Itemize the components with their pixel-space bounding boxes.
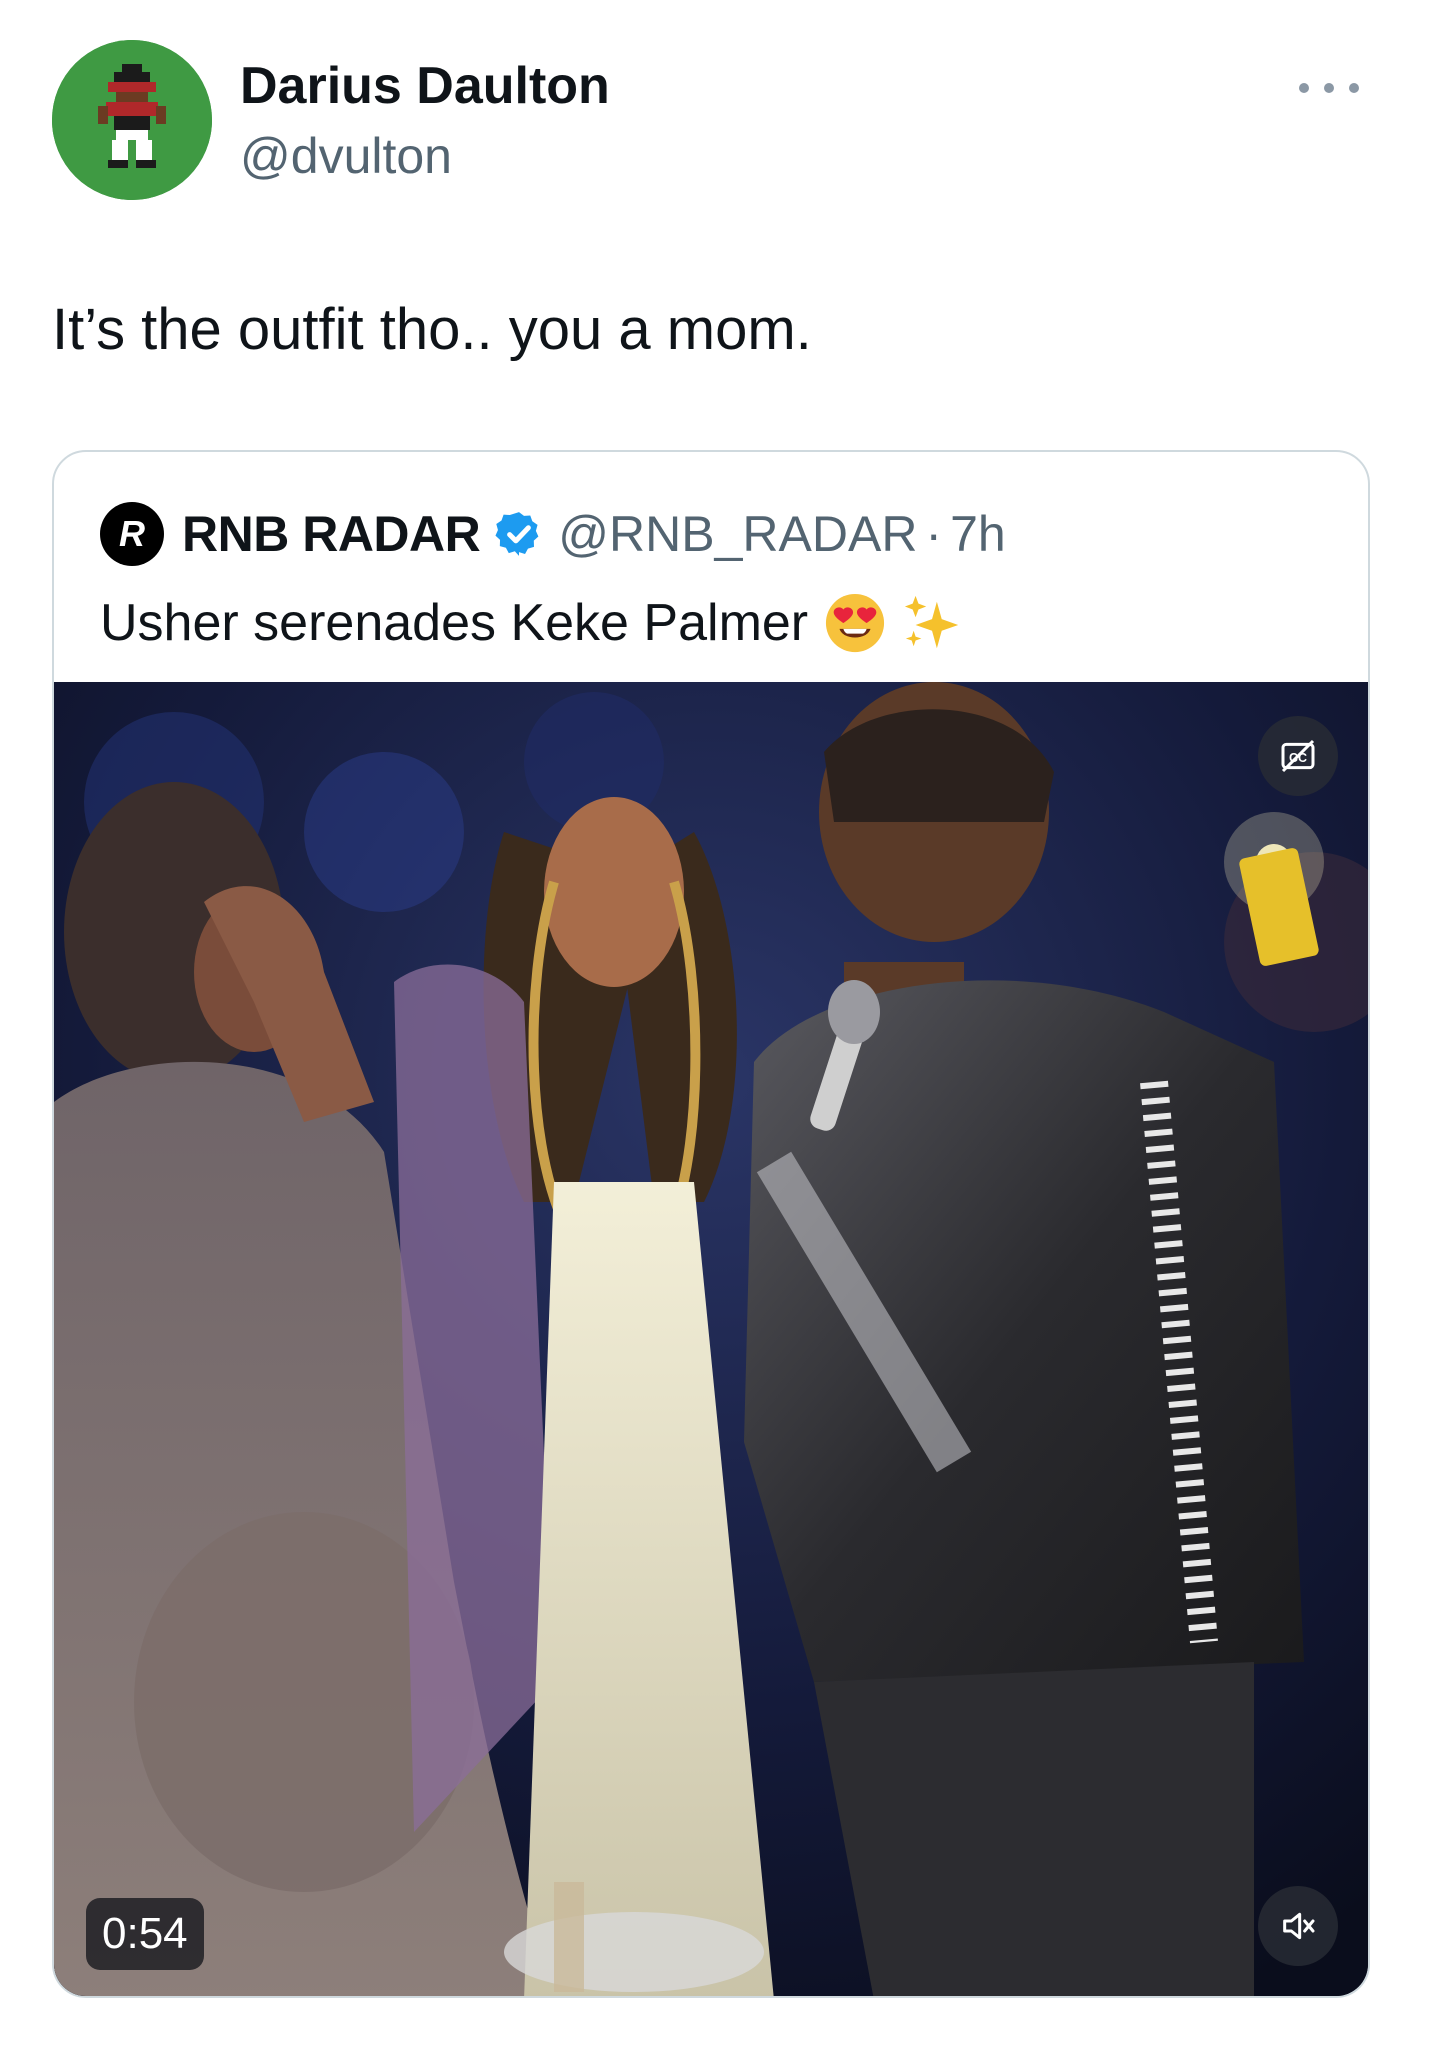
closed-captions-off-icon: CC — [1281, 739, 1315, 773]
video-frame — [54, 682, 1368, 1996]
tweet-text: It’s the outfit tho.. you a mom. — [52, 297, 812, 362]
separator-dot: · — [925, 506, 943, 562]
quoted-timestamp[interactable]: 7h — [950, 505, 1006, 563]
more-dots-icon — [1299, 83, 1309, 93]
heart-eyes-emoji-icon — [826, 593, 885, 653]
quoted-tweet-header: R RNB RADAR @RNB_RADAR · 7h — [100, 502, 1006, 566]
verified-badge-icon — [495, 512, 539, 556]
author-avatar[interactable] — [52, 40, 212, 200]
more-dots-icon — [1324, 83, 1334, 93]
sparkles-emoji-icon — [905, 595, 959, 649]
quoted-tweet-text: Usher serenades Keke Palmer — [100, 594, 809, 652]
author-handle[interactable]: @dvulton — [240, 127, 452, 185]
quoted-tweet-text-row: Usher serenades Keke Palmer — [100, 592, 964, 654]
author-display-name[interactable]: Darius Daulton — [240, 56, 610, 116]
pixel-art-avatar-icon — [52, 40, 212, 200]
video-duration-badge: 0:54 — [86, 1898, 204, 1970]
quoted-author-handle[interactable]: @RNB_RADAR — [558, 505, 917, 563]
quoted-tweet-card[interactable]: R RNB RADAR @RNB_RADAR · 7h Usher serena… — [52, 450, 1370, 1998]
more-dots-icon — [1349, 83, 1359, 93]
rnb-radar-logo[interactable]: R — [100, 502, 164, 566]
quoted-author-name[interactable]: RNB RADAR — [182, 505, 481, 563]
mute-toggle-button[interactable] — [1258, 1886, 1338, 1966]
more-options-button[interactable] — [1299, 76, 1359, 100]
closed-captions-button[interactable]: CC — [1258, 716, 1338, 796]
video-player[interactable]: CC 0:54 — [54, 682, 1368, 1996]
speaker-muted-icon — [1283, 1912, 1315, 1940]
